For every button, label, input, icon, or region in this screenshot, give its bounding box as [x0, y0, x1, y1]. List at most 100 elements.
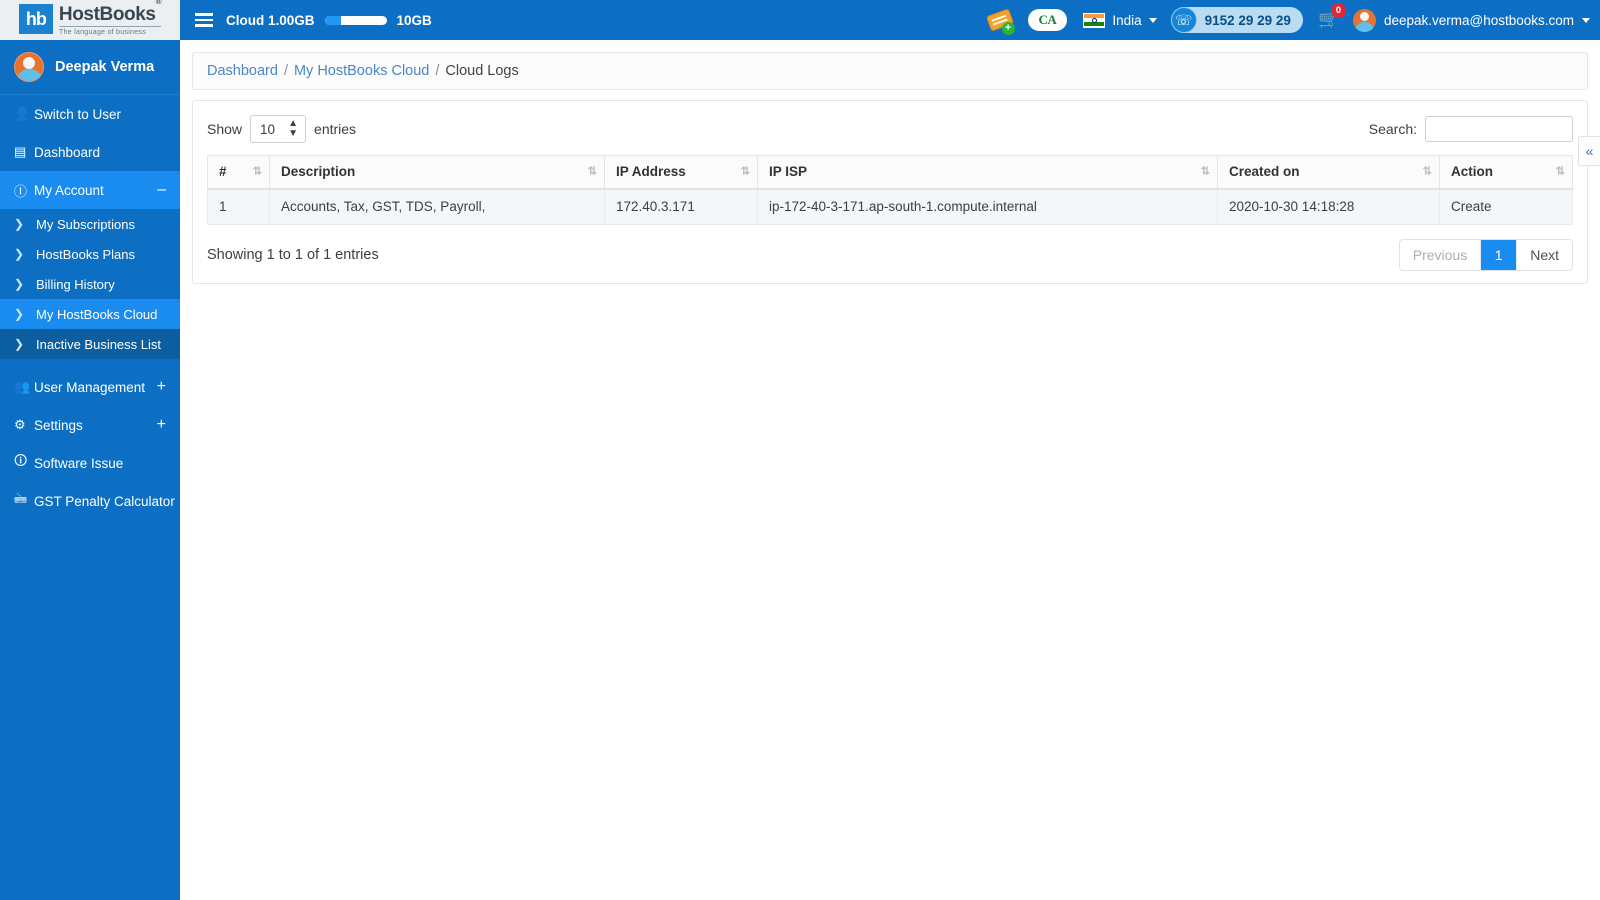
sort-arrows-icon: ⇅: [1200, 165, 1210, 178]
column-label: Description: [281, 164, 356, 180]
table-row[interactable]: 1 Accounts, Tax, GST, TDS, Payroll, 172.…: [207, 188, 1573, 225]
sidebar-item-dashboard[interactable]: Dashboard: [0, 133, 180, 171]
search-input[interactable]: [1425, 116, 1573, 142]
table-header-row: # ⇅ Description ⇅ IP Address ⇅ IP ISP ⇅ …: [207, 155, 1573, 190]
cloud-usage-fill: [324, 15, 341, 25]
cart-count-badge: 0: [1330, 3, 1346, 18]
show-label: Show: [207, 121, 243, 137]
column-header-ip-isp[interactable]: IP ISP ⇅: [757, 155, 1218, 190]
india-flag-icon: [1083, 12, 1106, 28]
sidebar-item-hostbooks-plans[interactable]: ❯ HostBooks Plans: [0, 239, 180, 269]
app-window: hb HostBooks® The language of business C…: [0, 0, 1600, 900]
shopping-cart-icon[interactable]: 🛒 0: [1309, 0, 1349, 40]
sidebar-item-label: My Account: [34, 182, 104, 198]
sidebar-item-label: GST Penalty Calculator: [34, 493, 175, 509]
top-navigation-bar: Cloud 1.00GB 10GB + CA India ☏ 9152 29 2…: [180, 0, 1600, 40]
table-search: Search:: [1369, 116, 1573, 142]
breadcrumb: Dashboard / My HostBooks Cloud / Cloud L…: [192, 52, 1588, 90]
avatar: [1352, 8, 1376, 32]
page-length-select[interactable]: 10 ▲ ▼: [250, 115, 307, 143]
cloud-usage-label: Cloud 1.00GB: [226, 12, 315, 28]
cell-description: Accounts, Tax, GST, TDS, Payroll,: [269, 188, 605, 225]
users-icon: [14, 379, 34, 395]
avatar: [14, 52, 44, 82]
calculator-icon: [14, 490, 34, 512]
brand-logo-text: HostBooks® The language of business: [58, 0, 162, 36]
cloud-usage-progressbar[interactable]: [324, 15, 387, 25]
cell-created-on: 2020-10-30 14:18:28: [1217, 188, 1440, 225]
sidebar-item-inactive-business-list[interactable]: ❯ Inactive Business List: [0, 329, 180, 359]
pagination-next[interactable]: Next: [1517, 240, 1572, 270]
search-label: Search:: [1368, 121, 1417, 137]
support-phone-number: 9152 29 29 29: [1204, 12, 1291, 28]
sidebar-item-my-subscriptions[interactable]: ❯ My Subscriptions: [0, 209, 180, 239]
main-content: Dashboard / My HostBooks Cloud / Cloud L…: [180, 40, 1600, 900]
chevron-right-icon: ❯: [14, 307, 25, 321]
dashboard-icon: [14, 144, 34, 160]
sidebar-divider: [0, 359, 180, 368]
pagination-page-1[interactable]: 1: [1481, 240, 1518, 270]
ca-badge[interactable]: CA: [1027, 9, 1068, 31]
user-icon: [14, 106, 34, 122]
sidebar-item-my-hostbooks-cloud[interactable]: ❯ My HostBooks Cloud: [0, 299, 180, 329]
column-header-description[interactable]: Description ⇅: [269, 155, 605, 190]
column-label: IP ISP: [769, 164, 808, 180]
brand-logo[interactable]: hb HostBooks® The language of business: [18, 0, 162, 36]
table-toolbar: Show 10 ▲ ▼ entries Search:: [207, 115, 1573, 143]
sidebar-item-label: Software Issue: [34, 455, 124, 471]
sidebar-item-user-management[interactable]: User Management +: [0, 368, 180, 406]
sidebar-item-gst-penalty-calculator[interactable]: GST Penalty Calculator: [0, 482, 180, 520]
sidebar-profile[interactable]: Deepak Verma: [0, 40, 180, 95]
column-header-action[interactable]: Action ⇅: [1439, 155, 1573, 190]
sort-arrows-icon: ⇅: [252, 165, 262, 178]
column-label: IP Address: [616, 164, 686, 180]
brand-name-text: HostBooks: [58, 4, 156, 26]
sidebar: Deepak Verma Switch to User Dashboard My…: [0, 40, 180, 900]
sidebar-item-label: Settings: [34, 417, 83, 433]
sidebar-item-label: Dashboard: [34, 144, 101, 160]
add-ticket-icon[interactable]: +: [980, 0, 1020, 40]
brand-name: HostBooks®: [58, 0, 162, 26]
chevron-right-icon: ❯: [14, 217, 25, 231]
sidebar-profile-name: Deepak Verma: [55, 59, 155, 75]
column-header-created-on[interactable]: Created on ⇅: [1217, 155, 1440, 190]
double-chevron-left-icon[interactable]: «: [1578, 136, 1600, 166]
column-header-ip-address[interactable]: IP Address ⇅: [604, 155, 758, 190]
sidebar-item-my-account[interactable]: My Account –: [0, 171, 180, 209]
hamburger-icon[interactable]: [186, 0, 222, 40]
sidebar-subitem-label: HostBooks Plans: [36, 246, 135, 262]
page-length-control: Show 10 ▲ ▼ entries: [207, 115, 356, 143]
breadcrumb-separator: /: [435, 63, 440, 79]
sidebar-subitem-label: Inactive Business List: [36, 336, 162, 352]
sort-arrows-icon: ⇅: [1422, 165, 1432, 178]
chevron-down-icon: [1582, 17, 1590, 23]
registered-mark: ®: [155, 0, 162, 7]
column-label: #: [219, 164, 227, 180]
sidebar-item-label: User Management: [34, 379, 146, 395]
column-label: Created on: [1229, 164, 1300, 180]
pagination-previous[interactable]: Previous: [1399, 240, 1482, 270]
cell-ip-isp: ip-172-40-3-171.ap-south-1.compute.inter…: [757, 188, 1218, 225]
entries-label: entries: [314, 121, 357, 137]
spinner-arrows-icon: ▲ ▼: [288, 118, 299, 139]
column-header-index[interactable]: # ⇅: [207, 155, 270, 190]
cloud-logs-table: # ⇅ Description ⇅ IP Address ⇅ IP ISP ⇅ …: [207, 155, 1573, 225]
sidebar-item-software-issue[interactable]: Software Issue: [0, 444, 180, 482]
country-selector[interactable]: India: [1083, 12, 1157, 28]
breadcrumb-item-dashboard[interactable]: Dashboard: [207, 63, 278, 79]
country-label: India: [1112, 12, 1142, 28]
support-phone-pill[interactable]: ☏ 9152 29 29 29: [1170, 7, 1303, 33]
sidebar-item-label: Switch to User: [34, 106, 122, 122]
sidebar-item-settings[interactable]: Settings +: [0, 406, 180, 444]
sort-arrows-icon: ⇅: [740, 165, 750, 178]
breadcrumb-item-my-hostbooks-cloud[interactable]: My HostBooks Cloud: [294, 63, 429, 79]
gear-icon: [14, 417, 34, 433]
brand-logo-bar: hb HostBooks® The language of business: [0, 0, 180, 40]
brand-tagline: The language of business: [58, 26, 162, 36]
expand-sign: +: [156, 378, 166, 395]
cloud-logs-panel: Show 10 ▲ ▼ entries Search: # ⇅ Descript…: [192, 100, 1588, 284]
sidebar-item-switch-to-user[interactable]: Switch to User: [0, 95, 180, 133]
sidebar-item-billing-history[interactable]: ❯ Billing History: [0, 269, 180, 299]
cell-action: Create: [1439, 188, 1573, 225]
user-account-menu[interactable]: deepak.verma@hostbooks.com: [1352, 8, 1590, 32]
